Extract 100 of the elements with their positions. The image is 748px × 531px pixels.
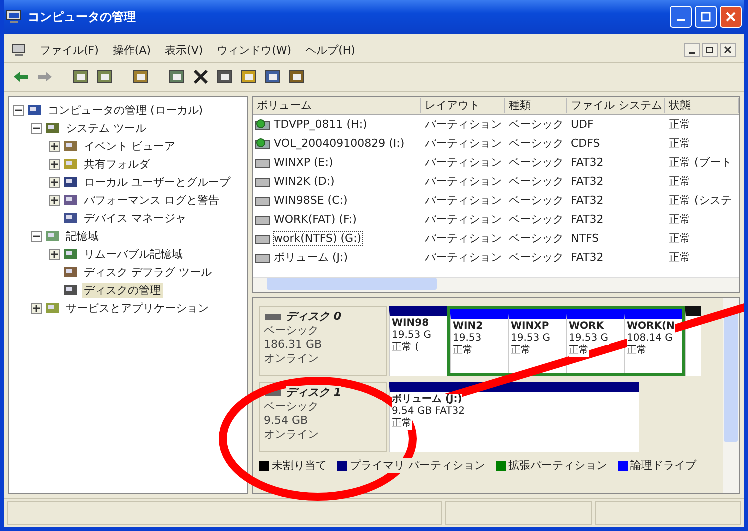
disk-type: ベーシック xyxy=(264,400,382,414)
table-cell-text: WIN98SE (C:) xyxy=(273,194,349,207)
table-cell-text: FAT32 xyxy=(570,156,605,169)
partition-text: 正常 xyxy=(392,418,412,430)
tree-item[interactable]: パフォーマンス ログと警告 xyxy=(82,192,222,208)
partition-text: 19.53 G xyxy=(569,333,609,345)
table-cell-text: FAT32 xyxy=(570,175,605,188)
tree-item[interactable]: リムーバブル記憶域 xyxy=(82,246,185,262)
column-header[interactable]: 状態 xyxy=(665,98,739,113)
menu-item[interactable]: ウィンドウ(W) xyxy=(217,42,292,58)
table-cell-text: ベーシック xyxy=(508,136,565,151)
column-header[interactable]: 種類 xyxy=(505,98,567,113)
table-cell-text: パーティション xyxy=(424,250,503,265)
disk-name: ディスク 1 xyxy=(286,386,342,400)
column-header[interactable]: ファイル システム xyxy=(567,98,665,113)
partition-block[interactable]: WIN98 19.53 G 正常 ( xyxy=(389,306,447,376)
partition-text: 正常 ( xyxy=(392,342,420,354)
chart-icon[interactable] xyxy=(288,69,306,85)
close-icon xyxy=(724,46,732,54)
tree-item[interactable]: システム ツール xyxy=(64,120,148,136)
tree-item[interactable]: ローカル ユーザーとグループ xyxy=(82,174,232,190)
maximize-icon xyxy=(701,12,711,22)
monitor-icon[interactable] xyxy=(264,69,282,85)
tree-item[interactable]: ディスクの管理 xyxy=(82,282,163,298)
tree-item[interactable]: コンピュータの管理 (ローカル) xyxy=(46,102,206,118)
document-icon[interactable] xyxy=(168,69,186,85)
node-icon xyxy=(45,301,61,315)
tree-item[interactable]: サービスとアプリケーション xyxy=(64,300,211,316)
table-cell-text: 正常 xyxy=(668,174,692,189)
table-cell-text: パーティション xyxy=(424,155,503,170)
minimize-button[interactable] xyxy=(684,43,700,57)
horizontal-scrollbar[interactable] xyxy=(253,277,739,292)
menu-item[interactable]: ヘルプ(H) xyxy=(306,42,356,58)
expand-icon[interactable] xyxy=(49,194,60,206)
collapse-icon[interactable] xyxy=(31,122,42,134)
folder-icon[interactable] xyxy=(240,69,258,85)
collapse-icon[interactable] xyxy=(13,104,24,116)
table-cell-text: 正常 xyxy=(668,231,692,246)
collapse-icon[interactable] xyxy=(31,230,42,242)
partition-block[interactable]: WORK(N 108.14 G 正常 xyxy=(624,309,682,373)
table-cell-text: work(NTFS) (G:) xyxy=(273,232,364,245)
legend-label: 論理ドライブ xyxy=(630,458,696,473)
computer-icon xyxy=(6,10,22,24)
partition-text: 正常 xyxy=(569,345,589,357)
menu-item[interactable]: 操作(A) xyxy=(112,42,152,58)
table-cell-text: ベーシック xyxy=(508,250,565,265)
restore-icon xyxy=(706,46,714,54)
panel-icon[interactable] xyxy=(72,69,90,85)
minimize-icon xyxy=(677,19,685,21)
menu-item[interactable]: 表示(V) xyxy=(165,42,204,58)
table-cell-text: パーティション xyxy=(424,212,503,227)
partition-block[interactable]: WIN2 19.53 正常 xyxy=(450,309,508,373)
node-icon xyxy=(63,175,79,189)
table-cell-text: ベーシック xyxy=(508,155,565,170)
delete-icon[interactable] xyxy=(192,69,210,85)
expand-icon[interactable] xyxy=(49,248,60,260)
table-cell-text: パーティション xyxy=(424,193,503,208)
expand-icon[interactable] xyxy=(49,158,60,170)
restore-button[interactable] xyxy=(702,43,718,57)
maximize-button[interactable] xyxy=(695,6,717,28)
partition-block[interactable]: ボリューム (J:) 9.54 GB FAT32 正常 xyxy=(389,382,639,452)
node-icon xyxy=(63,193,79,207)
partition-text: ボリューム (J:) xyxy=(392,394,462,406)
menu-item[interactable]: ファイル(F) xyxy=(40,42,99,58)
table-cell-text: VOL_200409100829 (I:) xyxy=(273,137,406,150)
partition-text: 108.14 G xyxy=(627,333,673,345)
table-cell-text: 正常 xyxy=(668,250,692,265)
close-icon xyxy=(726,12,736,22)
tree-item[interactable]: ディスク デフラグ ツール xyxy=(82,264,214,280)
expand-icon[interactable] xyxy=(49,176,60,188)
node-icon xyxy=(63,283,79,297)
node-icon xyxy=(63,139,79,153)
tree-item[interactable]: イベント ビューア xyxy=(82,138,178,154)
node-icon xyxy=(63,211,79,225)
close-button[interactable] xyxy=(720,43,736,57)
window-title: コンピュータの管理 xyxy=(28,8,136,26)
column-header[interactable]: レイアウト xyxy=(421,98,505,113)
table-cell-text: 正常 (ブート xyxy=(668,155,733,170)
panel-icon[interactable] xyxy=(96,69,114,85)
table-cell-text: 正常 xyxy=(668,136,692,151)
table-cell-text: TDVPP_0811 (H:) xyxy=(273,118,368,131)
tree-item[interactable]: 記憶域 xyxy=(64,228,101,244)
table-cell-text: WORK(FAT) (F:) xyxy=(273,213,358,226)
table-cell-text: パーティション xyxy=(424,174,503,189)
expand-icon[interactable] xyxy=(49,140,60,152)
vertical-scrollbar[interactable] xyxy=(723,298,739,493)
partition-block[interactable]: WINXP 19.53 G 正常 xyxy=(508,309,566,373)
table-cell-text: パーティション xyxy=(424,136,503,151)
table-cell-text: FAT32 xyxy=(570,251,605,264)
legend-label: プライマリ パーティション xyxy=(350,458,486,473)
back-arrow-icon[interactable] xyxy=(12,69,30,85)
card-icon[interactable] xyxy=(132,69,150,85)
drive-icon[interactable] xyxy=(216,69,234,85)
partition-text: WORK(N xyxy=(627,321,675,333)
tree-item[interactable]: 共有フォルダ xyxy=(82,156,152,172)
tree-item[interactable]: デバイス マネージャ xyxy=(82,210,188,226)
expand-icon[interactable] xyxy=(31,302,42,314)
table-cell-text: ベーシック xyxy=(508,117,565,132)
partition-text: 9.54 GB FAT32 xyxy=(392,406,465,418)
column-header[interactable]: ボリューム xyxy=(253,98,421,113)
